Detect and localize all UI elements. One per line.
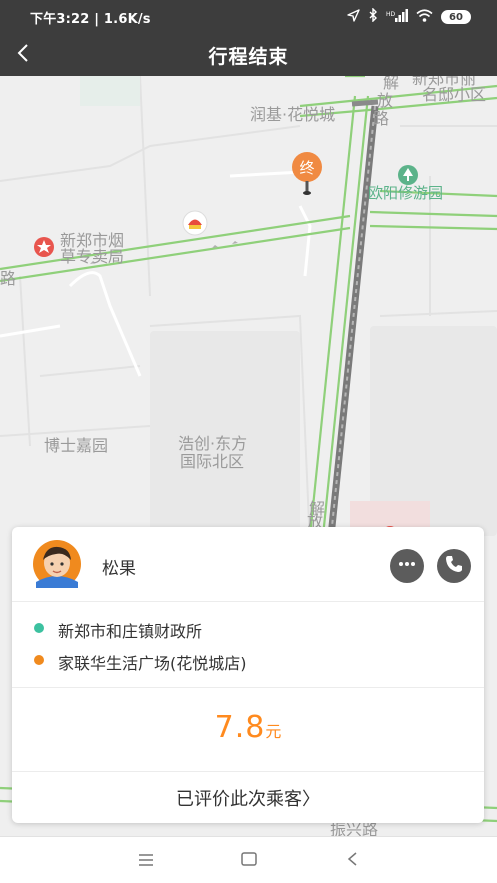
start-dot [34, 623, 44, 633]
end-point-marker[interactable]: 终 [290, 151, 324, 197]
chat-bubble-icon [396, 555, 418, 577]
page-title: 行程结束 [208, 46, 289, 68]
sim-label: HD [386, 11, 396, 18]
phone-icon [444, 554, 464, 578]
system-navigation-bar [0, 836, 497, 883]
divider [12, 687, 484, 688]
fare-display: 7.8元 [12, 710, 484, 745]
home-square-icon [241, 851, 257, 870]
avatar-boy-icon [28, 540, 86, 588]
map-label: 博士嘉园 [44, 436, 109, 455]
status-time: 下午3:22 | 1.6K/s [30, 11, 151, 27]
menu-button[interactable] [134, 849, 158, 871]
driver-name: 松果 [102, 559, 136, 579]
system-back-button[interactable] [340, 849, 364, 871]
status-icons: HD 60 [347, 7, 471, 26]
bluetooth-icon [368, 7, 378, 26]
end-dot [34, 655, 44, 665]
divider [12, 771, 484, 772]
menu-icon [138, 851, 154, 870]
fare-unit: 元 [265, 722, 282, 741]
map-label: 解 [383, 76, 400, 92]
map-label: 名邸小区 [422, 85, 487, 104]
fare-amount: 7.8 [214, 710, 266, 745]
rated-passenger-link[interactable]: 已评价此次乘客〉 [12, 785, 484, 811]
back-triangle-icon [346, 851, 358, 870]
location-icon [347, 8, 360, 26]
map-label: 浩创·东方 [178, 434, 248, 453]
end-marker-label: 终 [299, 159, 315, 177]
map-label: 欧阳修游园 [368, 184, 444, 202]
signal-icon: HD [386, 8, 408, 26]
wifi-icon [416, 8, 433, 26]
map-label: 振兴路 [330, 820, 379, 836]
message-button[interactable] [390, 549, 424, 583]
map-label: 路 [373, 109, 390, 128]
battery-indicator: 60 [441, 10, 471, 24]
map-label: 路 [0, 269, 17, 288]
map-label: 国际北区 [180, 452, 245, 471]
trip-summary-card: 松果 新郑市和庄镇财政所 家联华生活广场(花悦城店) 7.8元 已评价此次乘客〉 [12, 527, 484, 823]
call-button[interactable] [437, 549, 471, 583]
home-button[interactable] [237, 849, 261, 871]
end-address: 家联华生活广场(花悦城店) [58, 654, 247, 673]
status-bar: 下午3:22 | 1.6K/s HD 60 [0, 0, 497, 34]
map-label: 润基·花悦城 [250, 105, 336, 124]
map-label: 草专卖局 [60, 247, 125, 266]
title-bar: 行程结束 [0, 34, 497, 76]
map-label: 放 [377, 91, 394, 110]
start-address: 新郑市和庄镇财政所 [58, 622, 203, 641]
divider [12, 601, 484, 602]
